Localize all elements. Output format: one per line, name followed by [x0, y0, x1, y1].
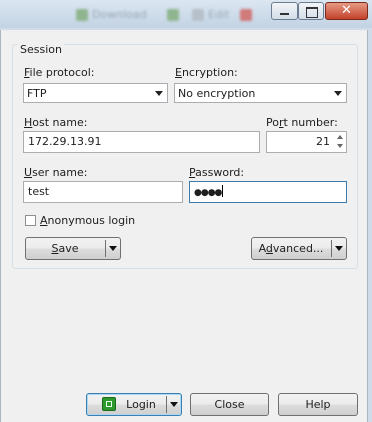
save-split-divider: [105, 240, 106, 257]
chevron-down-icon: [334, 91, 342, 96]
advanced-dropdown-icon[interactable]: [335, 246, 343, 251]
port-number-label: Port number:: [266, 116, 338, 129]
anonymous-login-checkbox[interactable]: [25, 215, 36, 226]
login-split-divider: [166, 396, 167, 413]
anonymous-login-label[interactable]: Anonymous login: [40, 214, 135, 227]
user-name-value: test: [28, 185, 50, 198]
port-number-value: 21: [316, 135, 330, 148]
minimize-button[interactable]: [271, 2, 298, 20]
session-group-title: Session: [18, 43, 64, 56]
close-button[interactable]: Close: [190, 393, 269, 416]
spin-up-icon[interactable]: [335, 133, 345, 142]
encryption-select[interactable]: No encryption: [174, 83, 347, 103]
login-dropdown-icon[interactable]: [170, 402, 178, 407]
login-button[interactable]: Login: [86, 393, 182, 416]
help-button-label: Help: [305, 398, 331, 411]
minimize-icon: [280, 13, 289, 15]
advanced-button-label: Advanced...: [258, 242, 324, 255]
download-icon: [76, 9, 88, 21]
edit-icon: [192, 9, 204, 21]
ghost-download-label: Download: [92, 8, 147, 21]
save-dropdown-icon[interactable]: [109, 246, 117, 251]
close-window-button[interactable]: ✕: [325, 2, 368, 20]
host-name-value: 172.29.13.91: [28, 135, 102, 148]
ghost-arrow-icon: [167, 9, 179, 21]
close-icon: ✕: [341, 3, 352, 18]
text-cursor: [222, 185, 224, 197]
password-label: Password:: [189, 166, 245, 179]
maximize-button[interactable]: [298, 2, 324, 20]
advanced-button[interactable]: Advanced...: [251, 237, 347, 260]
login-icon: [102, 397, 116, 411]
host-name-input[interactable]: 172.29.13.91: [23, 131, 260, 153]
user-name-label: User name:: [24, 166, 88, 179]
encryption-label: Encryption:: [175, 66, 238, 79]
file-protocol-value: FTP: [27, 87, 47, 100]
password-value: ●●●●: [194, 188, 222, 198]
chevron-down-icon: [155, 91, 163, 96]
maximize-icon: [306, 7, 318, 18]
encryption-value: No encryption: [178, 87, 256, 100]
port-spin-buttons[interactable]: [335, 133, 345, 151]
port-number-stepper[interactable]: 21: [266, 131, 347, 153]
spin-down-icon[interactable]: [335, 142, 345, 151]
host-name-label: Host name:: [24, 116, 88, 129]
password-input[interactable]: ●●●●: [189, 181, 347, 203]
help-button[interactable]: Help: [278, 393, 358, 416]
login-button-label: Login: [126, 398, 156, 411]
user-name-input[interactable]: test: [23, 181, 183, 203]
file-protocol-label: File protocol:: [24, 66, 95, 79]
file-protocol-select[interactable]: FTP: [23, 83, 168, 103]
save-button[interactable]: Save: [25, 237, 121, 260]
advanced-split-divider: [331, 240, 332, 257]
close-button-label: Close: [214, 398, 245, 411]
delete-icon: [240, 9, 252, 21]
ghost-edit-label: Edit: [208, 8, 230, 21]
save-button-label: Save: [51, 242, 79, 255]
